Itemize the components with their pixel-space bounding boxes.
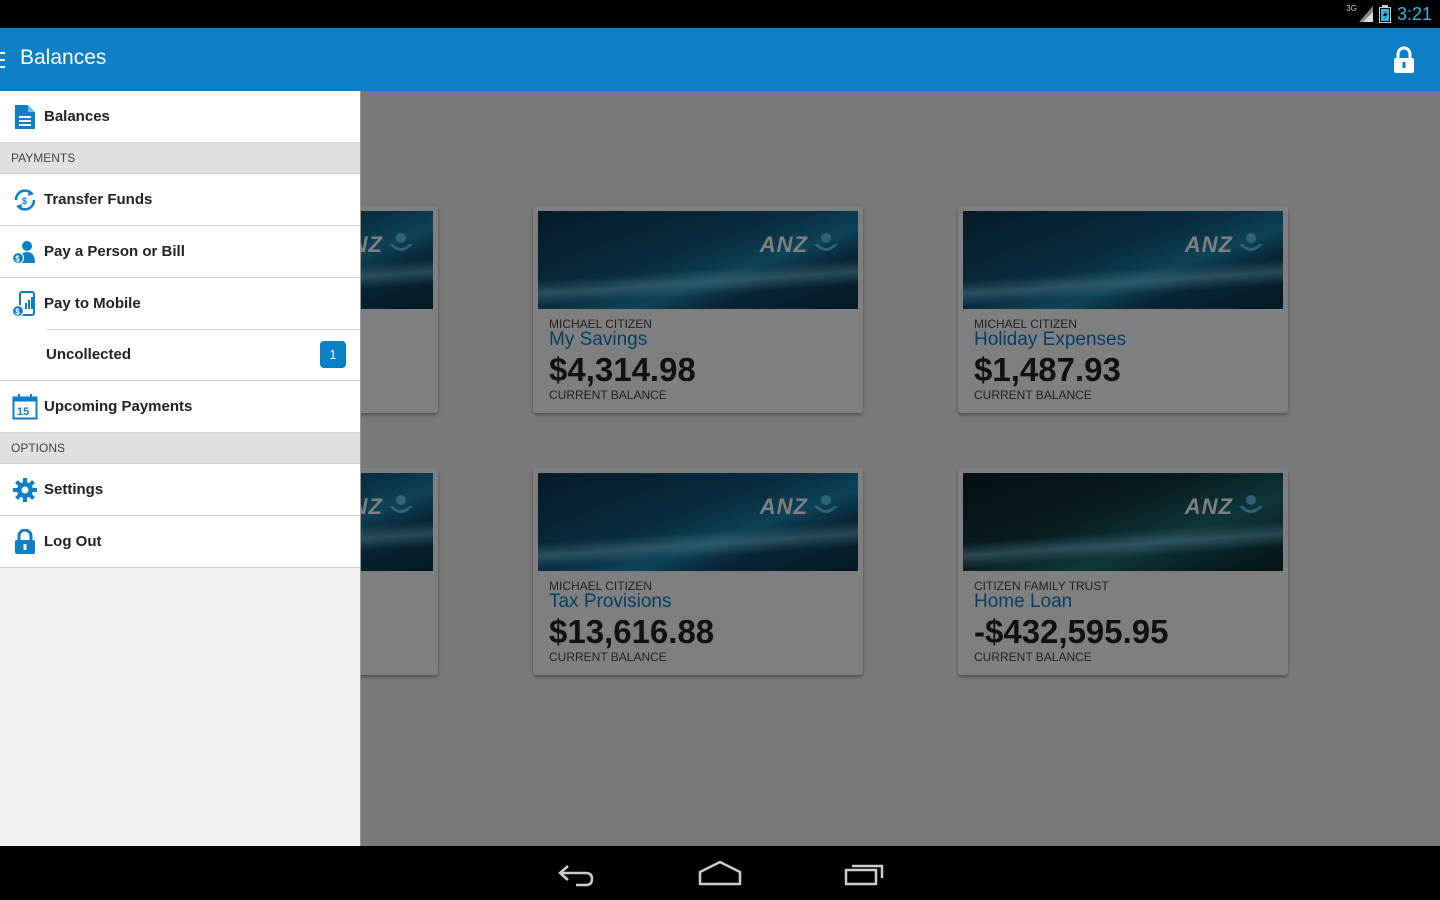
drawer-item-settings[interactable]: Settings <box>0 464 360 516</box>
svg-text:$: $ <box>22 196 27 206</box>
page-title[interactable]: Balances <box>20 46 106 70</box>
back-icon[interactable] <box>552 858 600 888</box>
divider <box>46 329 360 330</box>
count-badge: 1 <box>320 341 346 368</box>
section-header-options: OPTIONS <box>0 433 360 464</box>
lock-icon[interactable] <box>1392 46 1416 74</box>
drawer-item-pay-to-mobile[interactable]: $ Pay to Mobile <box>0 278 360 329</box>
recent-apps-icon[interactable] <box>840 858 888 888</box>
drawer-item-balances[interactable]: Balances <box>0 91 360 143</box>
document-icon <box>15 104 35 129</box>
drawer-item-label: Log Out <box>44 533 102 550</box>
home-icon[interactable] <box>696 858 744 888</box>
network-type: 3G <box>1346 3 1357 13</box>
lock-icon <box>15 528 35 554</box>
gear-icon <box>13 477 37 502</box>
drawer-item-label: Transfer Funds <box>44 191 153 208</box>
navigation-drawer: Balances PAYMENTS $ Transfer Funds $ Pay… <box>0 91 361 846</box>
status-icons: 3G 3:21 <box>1346 3 1432 25</box>
signal-icon <box>1358 6 1373 22</box>
drawer-item-label: Uncollected <box>46 346 132 363</box>
drawer-item-transfer-funds[interactable]: $ Transfer Funds <box>0 174 360 226</box>
drawer-item-label: Upcoming Payments <box>44 398 193 415</box>
calendar-icon: 15 <box>12 393 38 419</box>
drawer-item-label: Pay to Mobile <box>44 295 141 312</box>
battery-icon <box>1378 5 1391 23</box>
status-bar: 3G 3:21 <box>0 0 1440 28</box>
drawer-item-upcoming-payments[interactable]: 15 Upcoming Payments <box>0 381 360 433</box>
mobile-pay-icon: $ <box>12 290 35 317</box>
drawer-subitem-uncollected[interactable]: Uncollected 1 <box>0 329 360 381</box>
section-header-payments: PAYMENTS <box>0 143 360 174</box>
drawer-item-label: Balances <box>44 108 110 125</box>
pay-person-icon: $ <box>12 240 35 264</box>
clock: 3:21 <box>1396 3 1432 24</box>
system-nav-bar <box>0 846 1440 900</box>
drawer-item-label: Pay a Person or Bill <box>44 243 185 260</box>
drawer-item-pay-person[interactable]: $ Pay a Person or Bill <box>0 226 360 278</box>
drawer-item-label: Settings <box>44 481 104 498</box>
svg-text:15: 15 <box>17 406 29 418</box>
svg-text:$: $ <box>15 254 20 263</box>
action-bar: Balances <box>0 28 1440 91</box>
transfer-icon: $ <box>14 188 36 211</box>
drawer-indicator-icon[interactable] <box>0 52 5 68</box>
svg-text:$: $ <box>15 307 20 316</box>
drawer-item-log-out[interactable]: Log Out <box>0 516 360 568</box>
